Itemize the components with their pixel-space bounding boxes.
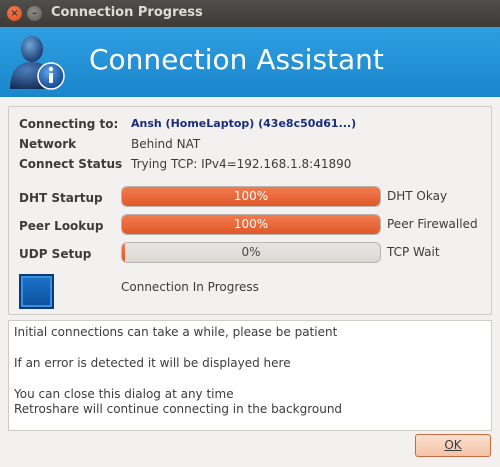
message-line: Retroshare will continue connecting in t…	[14, 402, 343, 416]
user-info-icon	[10, 36, 65, 90]
message-line: You can close this dialog at any time	[14, 387, 234, 401]
peer-lookup-label: Peer Lookup	[19, 219, 104, 233]
ok-button[interactable]: OK	[415, 434, 491, 457]
ok-button-label: OK	[444, 438, 462, 452]
connect-status-label: Connect Status	[19, 157, 123, 171]
peer-lookup-status: Peer Firewalled	[387, 217, 478, 231]
dht-startup-status: DHT Okay	[387, 189, 448, 203]
network-row: Network Behind NAT	[19, 135, 200, 153]
peer-lookup-label-row: Peer Lookup	[19, 217, 103, 235]
peer-lookup-percent: 100%	[233, 217, 269, 231]
title-bar: × – Connection Progress	[0, 0, 500, 27]
window-title: Connection Progress	[51, 5, 203, 20]
minimize-icon[interactable]: –	[27, 6, 42, 21]
udp-setup-status: TCP Wait	[387, 245, 440, 259]
udp-setup-label: UDP Setup	[19, 247, 92, 261]
message-line: Initial connections can take a while, pl…	[14, 325, 338, 339]
connecting-to-row: Connecting to: Ansh (HomeLaptop) (43e8c5…	[19, 115, 356, 133]
header-title: Connection Assistant	[89, 43, 384, 76]
udp-setup-label-row: UDP Setup	[19, 245, 91, 263]
network-value: Behind NAT	[131, 137, 201, 151]
message-line: If an error is detected it will be displ…	[14, 356, 291, 370]
connection-state-label: Connection In Progress	[121, 280, 259, 294]
connect-status-value: Trying TCP: IPv4=192.168.1.8:41890	[131, 157, 352, 171]
peer-lookup-progress: 100%	[121, 214, 381, 235]
udp-setup-percent: 0%	[241, 245, 261, 259]
message-area[interactable]: Initial connections can take a while, pl…	[8, 320, 492, 431]
network-label: Network	[19, 137, 77, 151]
connection-details: Connecting to: Ansh (HomeLaptop) (43e8c5…	[8, 106, 492, 315]
dht-startup-label: DHT Startup	[19, 191, 103, 205]
connecting-to-value: Ansh (HomeLaptop) (43e8c50d61...)	[131, 117, 357, 130]
connection-state-indicator[interactable]	[19, 274, 54, 309]
connecting-to-label: Connecting to:	[19, 117, 119, 131]
udp-setup-progress: 0%	[121, 242, 381, 263]
dht-startup-label-row: DHT Startup	[19, 189, 103, 207]
dht-startup-progress: 100%	[121, 186, 381, 207]
header-banner: Connection Assistant	[0, 27, 500, 97]
connect-status-row: Connect Status Trying TCP: IPv4=192.168.…	[19, 155, 351, 173]
close-icon[interactable]: ×	[7, 6, 22, 21]
dht-startup-percent: 100%	[233, 189, 269, 203]
